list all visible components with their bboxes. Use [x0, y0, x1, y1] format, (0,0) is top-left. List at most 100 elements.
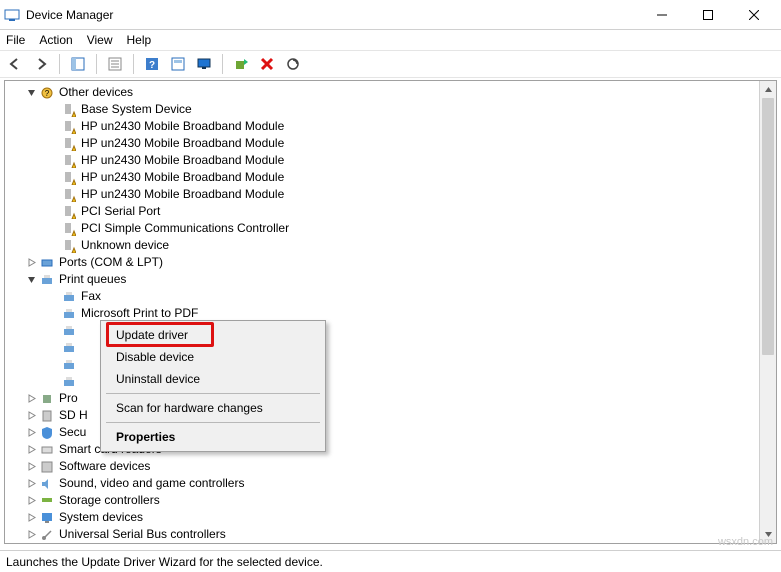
tree-category-sound[interactable]: Sound, video and game controllers: [5, 475, 758, 492]
tree-label: HP un2430 Mobile Broadband Module: [81, 118, 284, 135]
tree-label: Secu: [59, 424, 86, 441]
warning-device-icon: [61, 204, 77, 220]
tree-label: Fax: [81, 288, 101, 305]
toolbar-separator: [133, 54, 134, 74]
tree-item[interactable]: HP un2430 Mobile Broadband Module: [5, 169, 758, 186]
expand-icon[interactable]: [25, 393, 37, 405]
toolbar-separator: [59, 54, 60, 74]
vertical-scrollbar[interactable]: [759, 81, 776, 543]
smartcard-icon: [39, 442, 55, 458]
minimize-button[interactable]: [639, 0, 685, 30]
security-icon: [39, 425, 55, 441]
properties-button[interactable]: [104, 53, 126, 75]
tree-item[interactable]: Unknown device: [5, 237, 758, 254]
tree-item[interactable]: PCI Simple Communications Controller: [5, 220, 758, 237]
monitor-button[interactable]: [193, 53, 215, 75]
tree-label: HP un2430 Mobile Broadband Module: [81, 169, 284, 186]
expand-icon[interactable]: [25, 257, 37, 269]
scan-hardware-button[interactable]: [282, 53, 304, 75]
expand-icon[interactable]: [25, 495, 37, 507]
update-driver-button[interactable]: [230, 53, 252, 75]
software-icon: [39, 459, 55, 475]
tree-item[interactable]: Fax: [5, 288, 758, 305]
printer-icon: [61, 374, 77, 390]
tree-label: PCI Serial Port: [81, 203, 160, 220]
menu-view[interactable]: View: [87, 33, 113, 47]
tree-label: HP un2430 Mobile Broadband Module: [81, 135, 284, 152]
action-center-button[interactable]: [167, 53, 189, 75]
tree-item[interactable]: HP un2430 Mobile Broadband Module: [5, 152, 758, 169]
tree-label: Other devices: [59, 84, 133, 101]
context-disable-device[interactable]: Disable device: [104, 346, 322, 368]
printer-icon: [61, 340, 77, 356]
titlebar: Device Manager: [0, 0, 781, 30]
warning-device-icon: [61, 119, 77, 135]
tree-label: PCI Simple Communications Controller: [81, 220, 289, 237]
maximize-button[interactable]: [685, 0, 731, 30]
menu-file[interactable]: File: [6, 33, 25, 47]
device-manager-icon: [4, 7, 20, 23]
uninstall-device-button[interactable]: [256, 53, 278, 75]
warning-device-icon: [61, 170, 77, 186]
tree-category-ports[interactable]: Ports (COM & LPT): [5, 254, 758, 271]
collapse-icon[interactable]: [25, 274, 37, 286]
tree-item[interactable]: PCI Serial Port: [5, 203, 758, 220]
warning-device-icon: [61, 136, 77, 152]
status-text: Launches the Update Driver Wizard for th…: [6, 555, 323, 569]
tree-category-other-devices[interactable]: ? Other devices: [5, 84, 758, 101]
context-scan-hardware[interactable]: Scan for hardware changes: [104, 397, 322, 419]
tree-label: Software devices: [59, 458, 150, 475]
context-update-driver[interactable]: Update driver: [104, 324, 322, 346]
tree-category-system[interactable]: System devices: [5, 509, 758, 526]
expand-icon[interactable]: [25, 427, 37, 439]
ports-icon: [39, 255, 55, 271]
help-button[interactable]: ?: [141, 53, 163, 75]
toolbar-separator: [96, 54, 97, 74]
printer-icon: [61, 357, 77, 373]
tree-label: Base System Device: [81, 101, 192, 118]
printer-icon: [61, 306, 77, 322]
device-tree[interactable]: ? Other devices Base System Device HP un…: [5, 81, 758, 543]
expand-icon[interactable]: [25, 410, 37, 422]
expand-icon[interactable]: [25, 461, 37, 473]
scroll-thumb[interactable]: [762, 98, 774, 355]
tree-category-storage[interactable]: Storage controllers: [5, 492, 758, 509]
expand-icon[interactable]: [25, 529, 37, 541]
forward-button[interactable]: [30, 53, 52, 75]
menu-action[interactable]: Action: [39, 33, 72, 47]
tree-item[interactable]: HP un2430 Mobile Broadband Module: [5, 186, 758, 203]
watermark: wsxdn.com: [718, 536, 773, 548]
tree-category-software[interactable]: Software devices: [5, 458, 758, 475]
tree-item[interactable]: HP un2430 Mobile Broadband Module: [5, 135, 758, 152]
expand-icon[interactable]: [25, 444, 37, 456]
tree-label: Print queues: [59, 271, 126, 288]
system-icon: [39, 510, 55, 526]
tree-label: Universal Serial Bus controllers: [59, 526, 226, 543]
printer-icon: [61, 323, 77, 339]
show-hide-console-button[interactable]: [67, 53, 89, 75]
scroll-track[interactable]: [760, 98, 776, 526]
context-properties[interactable]: Properties: [104, 426, 322, 448]
storage-icon: [39, 493, 55, 509]
collapse-icon[interactable]: [25, 87, 37, 99]
expand-icon[interactable]: [25, 512, 37, 524]
expand-icon[interactable]: [25, 478, 37, 490]
menu-help[interactable]: Help: [127, 33, 152, 47]
context-uninstall-device[interactable]: Uninstall device: [104, 368, 322, 390]
toolbar: ?: [0, 50, 781, 78]
tree-category-print-queues[interactable]: Print queues: [5, 271, 758, 288]
warning-device-icon: [61, 221, 77, 237]
context-separator: [106, 422, 320, 423]
context-menu: Update driver Disable device Uninstall d…: [100, 320, 326, 452]
tree-label: SD H: [59, 407, 88, 424]
scroll-up-button[interactable]: [760, 81, 776, 98]
menubar: File Action View Help: [0, 30, 781, 50]
back-button[interactable]: [4, 53, 26, 75]
printer-icon: [39, 272, 55, 288]
warning-device-icon: [61, 153, 77, 169]
close-button[interactable]: [731, 0, 777, 30]
tree-category-usb[interactable]: Universal Serial Bus controllers: [5, 526, 758, 543]
toolbar-separator: [222, 54, 223, 74]
tree-item[interactable]: HP un2430 Mobile Broadband Module: [5, 118, 758, 135]
tree-item[interactable]: Base System Device: [5, 101, 758, 118]
